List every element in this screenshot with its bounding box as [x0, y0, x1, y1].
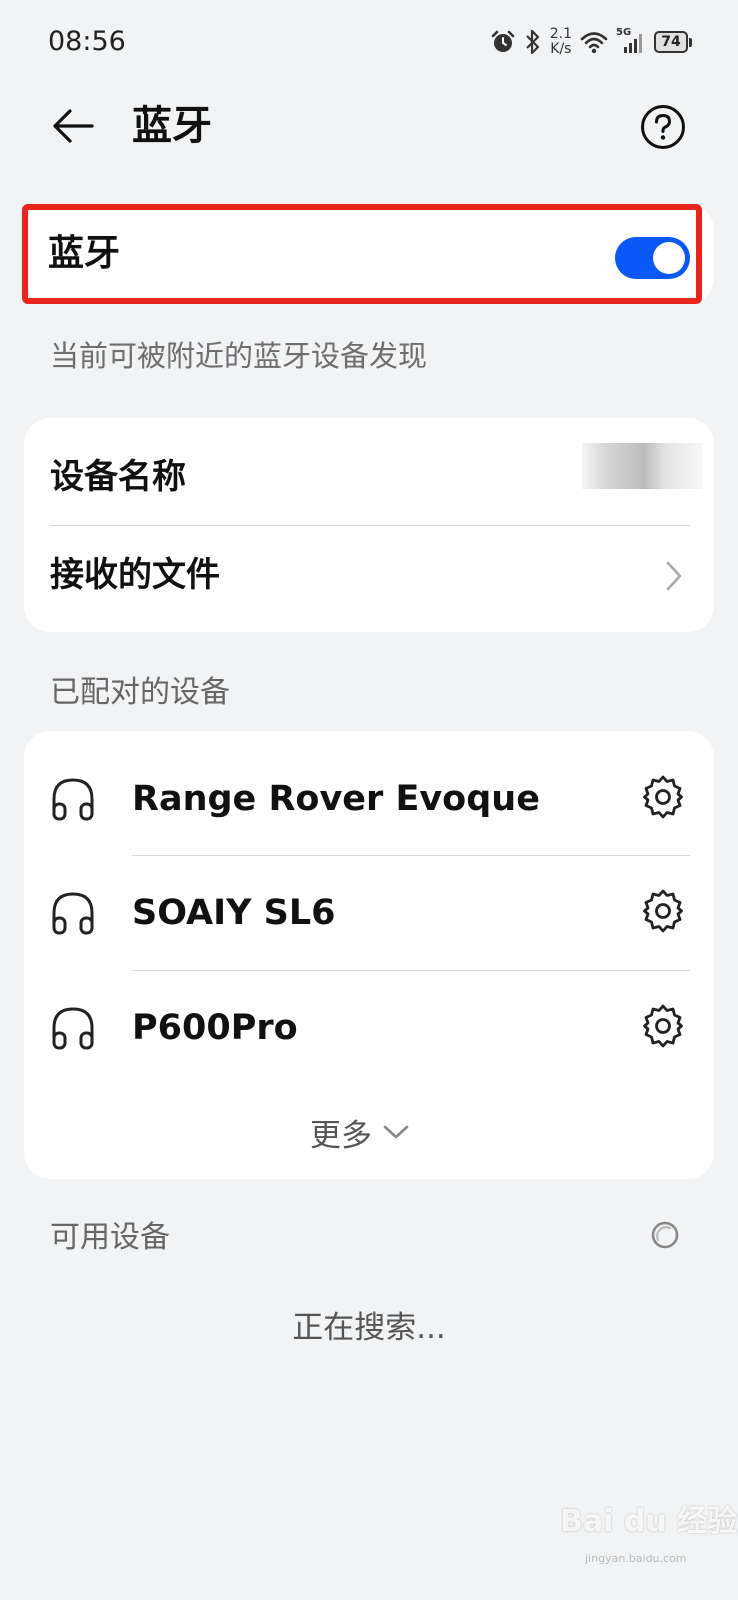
battery-level: 74 — [661, 34, 681, 50]
paired-devices-title: 已配对的设备 — [50, 675, 230, 710]
device-name-value-blurred — [582, 443, 702, 489]
device-name: P600Pro — [132, 1008, 298, 1048]
page-title: 蓝牙 — [132, 103, 212, 149]
chevron-down-icon — [383, 1125, 409, 1139]
headphones-icon — [52, 892, 94, 935]
net-speed-unit: K/s — [550, 41, 572, 57]
device-name: Range Rover Evoque — [132, 779, 540, 819]
cellular-signal-icon: 5G — [616, 27, 646, 55]
gear-icon[interactable] — [640, 888, 686, 934]
battery-icon: 74 — [654, 31, 692, 53]
more-button[interactable]: 更多 — [310, 1110, 410, 1154]
status-time: 08:56 — [48, 26, 126, 57]
bluetooth-toggle[interactable] — [615, 237, 690, 279]
headphones-icon — [52, 1007, 94, 1050]
visibility-hint: 当前可被附近的蓝牙设备发现 — [50, 339, 428, 373]
gear-icon[interactable] — [640, 774, 686, 820]
divider — [132, 970, 690, 971]
loading-spinner-icon — [651, 1221, 679, 1249]
alarm-icon — [491, 30, 514, 52]
back-arrow-icon — [53, 109, 94, 143]
device-name-row[interactable]: 设备名称 — [50, 454, 186, 500]
back-button[interactable] — [48, 102, 96, 150]
watermark-logo: Bai du 经验 — [560, 1504, 738, 1539]
status-icons: 2.1 K/s 5G 74 — [490, 24, 692, 60]
divider — [132, 855, 690, 856]
bluetooth-label: 蓝牙 — [48, 233, 121, 274]
help-button[interactable] — [640, 104, 686, 150]
help-icon — [641, 105, 685, 149]
received-files-row[interactable]: 接收的文件 — [50, 552, 220, 598]
divider — [50, 525, 690, 526]
searching-text: 正在搜索... — [292, 1310, 446, 1346]
more-label: 更多 — [310, 1117, 372, 1154]
status-bar: 08:56 2.1 K/s 5G 74 — [0, 0, 738, 86]
watermark-url: jingyan.baidu.com — [585, 1552, 687, 1565]
bluetooth-icon — [525, 29, 539, 55]
headphones-icon — [52, 778, 94, 821]
device-name: SOAIY SL6 — [132, 893, 336, 933]
net-speed-value: 2.1 — [549, 26, 572, 42]
wifi-icon — [580, 32, 608, 54]
available-devices-title: 可用设备 — [50, 1220, 170, 1255]
toggle-knob — [653, 242, 685, 274]
gear-icon[interactable] — [640, 1003, 686, 1049]
bluetooth-toggle-card — [24, 204, 714, 304]
chevron-right-icon — [666, 561, 682, 591]
network-speed: 2.1 K/s — [550, 27, 572, 57]
